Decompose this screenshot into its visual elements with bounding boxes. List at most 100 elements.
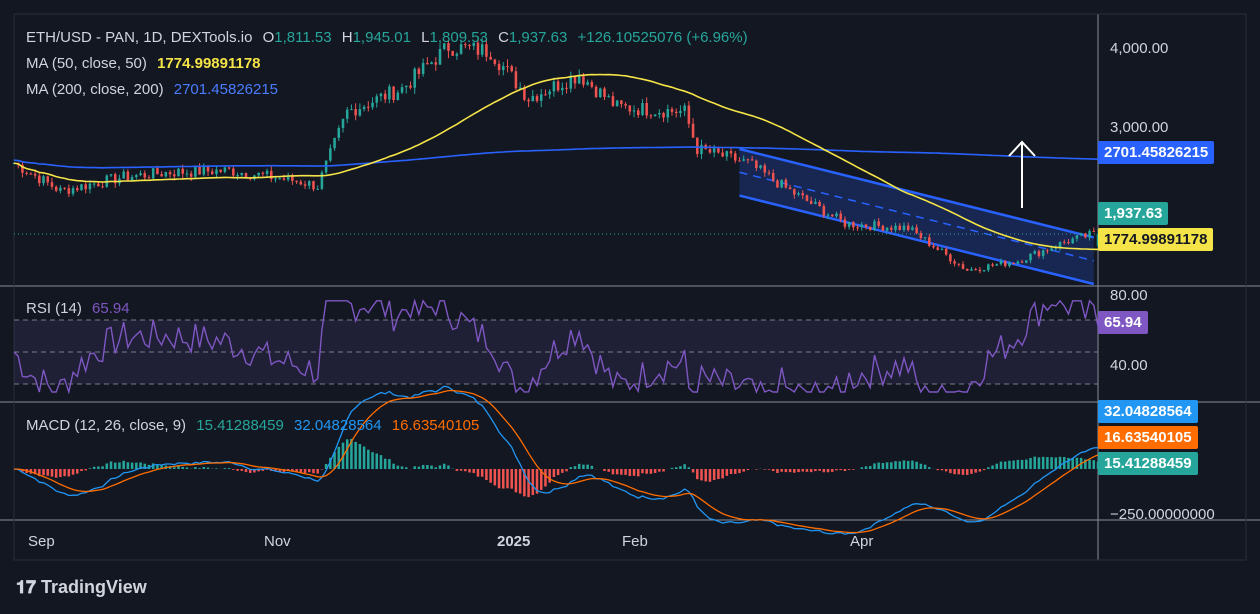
candle-body [793,189,796,195]
candle-body [624,104,627,106]
candle-body [932,245,935,248]
macd-value-tag: 32.04828564 [1098,400,1198,423]
candle-body [548,91,551,95]
candle-body [763,165,767,173]
candle-body [1008,262,1011,267]
candle-body [417,68,421,74]
candle-body [219,169,222,172]
candle-body [430,62,433,65]
close-label: C1,937.63 [498,29,567,46]
candle-body [164,172,168,177]
candle-body [911,227,914,230]
candle-body [371,102,374,108]
candle-body [662,112,665,118]
candle-body [755,160,758,168]
candle-body [261,172,265,174]
macd-line-value: 32.04828564 [294,417,382,434]
candle-body [696,137,699,155]
candle-body [257,172,260,176]
macd-legend: MACD (12, 26, close, 9) 15.41288459 32.0… [26,417,485,434]
candle-body [1075,235,1079,239]
candle-body [729,151,733,154]
candle-body [1084,233,1087,238]
candle-body [539,94,543,101]
close-value: 1,937.63 [508,29,568,46]
ma200-label: MA (200, close, 200) [26,81,164,98]
candle-body [345,109,349,119]
candle-body [868,226,872,230]
candle-body [847,222,851,227]
candle-body [392,86,395,101]
candle-body [632,110,636,112]
candle-body [240,172,244,176]
candle-body [527,99,530,102]
rsi-legend: RSI (14) 65.94 [26,300,136,317]
x-tick-2025: 2025 [497,533,531,550]
candle-body [582,76,585,85]
candle-body [1079,233,1083,236]
candle-body [797,193,800,195]
candle-body [965,268,969,271]
candle-body [653,114,657,117]
candle-body [71,188,75,194]
candle-body [928,237,931,246]
candle-body [658,112,661,115]
candle-body [400,87,404,93]
ma200-value: 2701.45826215 [173,81,279,98]
ma200-legend: MA (200, close, 200) 2701.45826215 [26,81,284,98]
macd-tick: −250.00000000 [1110,506,1215,523]
candle-body [409,85,412,88]
candle-body [831,214,834,217]
candle-body [1025,260,1028,263]
candle-body [274,178,277,180]
candle-body [784,179,788,188]
candle-body [1067,242,1070,244]
candle-body [970,269,973,271]
candle-body [54,186,58,191]
candle-body [46,176,50,183]
x-tick-feb: Feb [622,533,648,550]
candle-body [497,63,501,71]
candle-body [173,174,176,177]
candle-body [354,109,357,116]
candle-body [168,172,172,175]
candle-body [42,176,45,184]
candle-body [615,100,619,107]
y-tick-3000: 3,000.00 [1110,119,1169,136]
candle-body [1071,238,1074,244]
candle-body [890,227,893,230]
candle-body [864,224,868,227]
candle-body [506,66,509,68]
candle-body [337,127,341,138]
c-key: C [498,29,509,46]
candle-body [999,260,1003,265]
brand-logo[interactable]: 𝟏𝟕 TradingView [16,577,147,598]
symbol-title: ETH/USD - PAN, 1D, DEXTools.io [26,29,253,46]
close-price-tag: 1,937.63 [1098,202,1169,225]
candle-body [282,178,286,180]
candle-body [122,171,125,179]
candle-body [181,168,184,174]
candle-body [76,188,79,191]
candle-body [712,148,716,153]
chart-root[interactable]: ETH/USD - PAN, 1D, DEXTools.io O1,811.53… [0,0,1260,614]
ma200-price-tag: 2701.45826215 [1098,141,1215,164]
candle-body [628,105,632,112]
candle-body [329,148,332,161]
macd-hist-value: 15.41288459 [196,417,284,434]
candle-body [1062,241,1066,243]
candle-body [818,201,821,207]
ma50-legend: MA (50, close, 50) 1774.99891178 [26,55,267,72]
candle-body [949,254,952,262]
candle-body [974,269,977,271]
candle-body [544,94,547,96]
candle-body [978,269,982,272]
o-key: O [262,29,275,46]
brand-name: TradingView [41,577,147,597]
candle-body [50,182,54,187]
y-tick-4000: 4,000.00 [1110,40,1169,57]
candle-body [1041,250,1045,257]
candle-body [611,96,615,107]
candle-body [856,227,859,229]
candle-body [143,173,147,178]
